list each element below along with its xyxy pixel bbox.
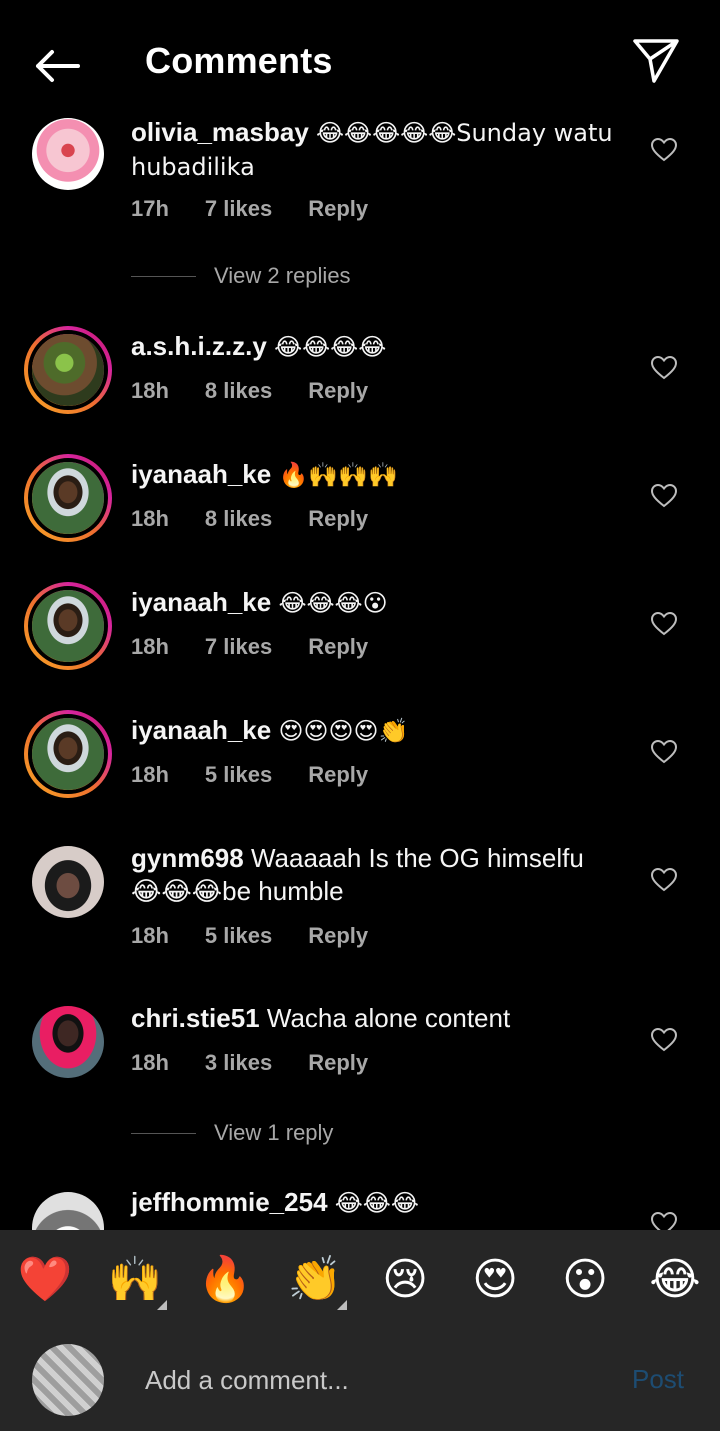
page-title: Comments: [145, 40, 333, 81]
comment-username[interactable]: olivia_masbay: [131, 117, 309, 147]
comment-time: 18h: [131, 378, 169, 403]
comment-likes[interactable]: 5 likes: [205, 923, 272, 949]
user-avatar[interactable]: [32, 1344, 104, 1416]
comment-username[interactable]: a.s.h.i.z.z.y: [131, 331, 267, 361]
comment-text: 😍😍😍😍👏: [278, 717, 409, 745]
heart-outline-icon: [651, 740, 677, 764]
comments-list[interactable]: olivia_masbay 😂😂😂😂😂Sunday watu hubadilik…: [0, 112, 720, 1230]
comment-likes[interactable]: 7 likes: [205, 634, 272, 660]
view-replies-button[interactable]: View 2 replies: [131, 261, 351, 291]
comment-input[interactable]: [145, 1360, 585, 1400]
comment-username[interactable]: gynm698: [131, 843, 244, 873]
reaction-laughing[interactable]: 😂: [647, 1252, 703, 1308]
comment-meta: 18h 3 likes Reply: [131, 1050, 404, 1076]
reaction-fire[interactable]: 🔥: [197, 1252, 253, 1308]
heart-outline-icon: [651, 356, 677, 380]
divider-line: [131, 1132, 196, 1134]
header: Comments: [0, 0, 720, 112]
reply-button[interactable]: Reply: [308, 634, 368, 660]
avatar[interactable]: [24, 454, 112, 542]
heart-outline-icon: [651, 1028, 677, 1052]
reaction-heart-eyes[interactable]: 😍: [467, 1252, 523, 1308]
like-button[interactable]: [648, 864, 680, 896]
comment-username[interactable]: iyanaah_ke: [131, 715, 271, 745]
reply-button[interactable]: Reply: [308, 196, 368, 222]
comment-time: 17h: [131, 196, 169, 221]
like-button[interactable]: [648, 736, 680, 768]
like-button[interactable]: [648, 352, 680, 384]
back-arrow-icon: [36, 50, 80, 82]
reaction-heart[interactable]: ❤️: [17, 1252, 73, 1308]
reply-button[interactable]: Reply: [308, 506, 368, 532]
avatar[interactable]: [32, 1192, 104, 1230]
more-variants-indicator: [157, 1300, 167, 1310]
avatar[interactable]: [32, 846, 104, 918]
comment-time: 18h: [131, 923, 169, 948]
back-button[interactable]: [28, 38, 84, 94]
comment-likes[interactable]: 7 likes: [205, 196, 272, 222]
comment-username[interactable]: iyanaah_ke: [131, 459, 271, 489]
comment-text: Wacha alone content: [266, 1003, 511, 1033]
reply-button[interactable]: Reply: [308, 923, 368, 949]
comment-time: 18h: [131, 1050, 169, 1075]
more-variants-indicator: [337, 1300, 347, 1310]
comment-username[interactable]: iyanaah_ke: [131, 587, 271, 617]
reaction-crying[interactable]: 😢: [377, 1252, 433, 1308]
like-button[interactable]: [648, 480, 680, 512]
heart-outline-icon: [651, 1212, 677, 1230]
comment-likes[interactable]: 5 likes: [205, 762, 272, 788]
avatar[interactable]: [24, 326, 112, 414]
comment-meta: 18h 5 likes Reply: [131, 762, 404, 788]
view-replies-button[interactable]: View 1 reply: [131, 1118, 333, 1148]
comment-likes[interactable]: 8 likes: [205, 506, 272, 532]
avatar[interactable]: [24, 710, 112, 798]
reply-button[interactable]: Reply: [308, 378, 368, 404]
heart-outline-icon: [651, 612, 677, 636]
comment-time: 18h: [131, 634, 169, 659]
comment-meta: 18h 8 likes Reply: [131, 506, 404, 532]
reply-button[interactable]: Reply: [308, 1050, 368, 1076]
like-button[interactable]: [648, 1024, 680, 1056]
comment-text: 😂😂😂😮: [278, 589, 388, 617]
comment-time: 18h: [131, 506, 169, 531]
like-button[interactable]: [648, 608, 680, 640]
share-button[interactable]: [628, 32, 684, 88]
comment-meta: 18h 5 likes Reply: [131, 923, 404, 949]
comment-meta: 17h 7 likes Reply: [131, 196, 404, 222]
comment-likes[interactable]: 8 likes: [205, 378, 272, 404]
comment-meta: 18h 8 likes Reply: [131, 378, 404, 404]
reaction-clap[interactable]: 👏: [287, 1252, 347, 1310]
heart-outline-icon: [651, 484, 677, 508]
like-button[interactable]: [648, 134, 680, 166]
avatar[interactable]: [24, 582, 112, 670]
divider-line: [131, 275, 196, 277]
heart-outline-icon: [651, 868, 677, 892]
comment-username[interactable]: chri.stie51: [131, 1003, 260, 1033]
quick-reaction-bar: ❤️ 🙌 🔥 👏 😢 😍 😮 😂: [0, 1230, 720, 1330]
comment-text: 🔥🙌🙌🙌: [278, 461, 398, 489]
avatar[interactable]: [32, 1006, 104, 1078]
comment-time: 18h: [131, 762, 169, 787]
comment-composer: Post: [0, 1330, 720, 1431]
avatar[interactable]: [32, 118, 104, 190]
comment-likes[interactable]: 3 likes: [205, 1050, 272, 1076]
comment-text: 😂😂😂😂: [274, 333, 387, 361]
reaction-raised-hands[interactable]: 🙌: [107, 1252, 167, 1310]
reply-button[interactable]: Reply: [308, 762, 368, 788]
heart-outline-icon: [651, 138, 677, 162]
reaction-surprised[interactable]: 😮: [557, 1252, 613, 1308]
comment-meta: 18h 7 likes Reply: [131, 634, 404, 660]
like-button[interactable]: [648, 1208, 680, 1230]
post-button[interactable]: Post: [632, 1364, 684, 1395]
send-icon: [633, 39, 679, 83]
comment-username[interactable]: jeffhommie_254: [131, 1187, 328, 1217]
comment-text: 😂😂😂: [334, 1189, 419, 1217]
